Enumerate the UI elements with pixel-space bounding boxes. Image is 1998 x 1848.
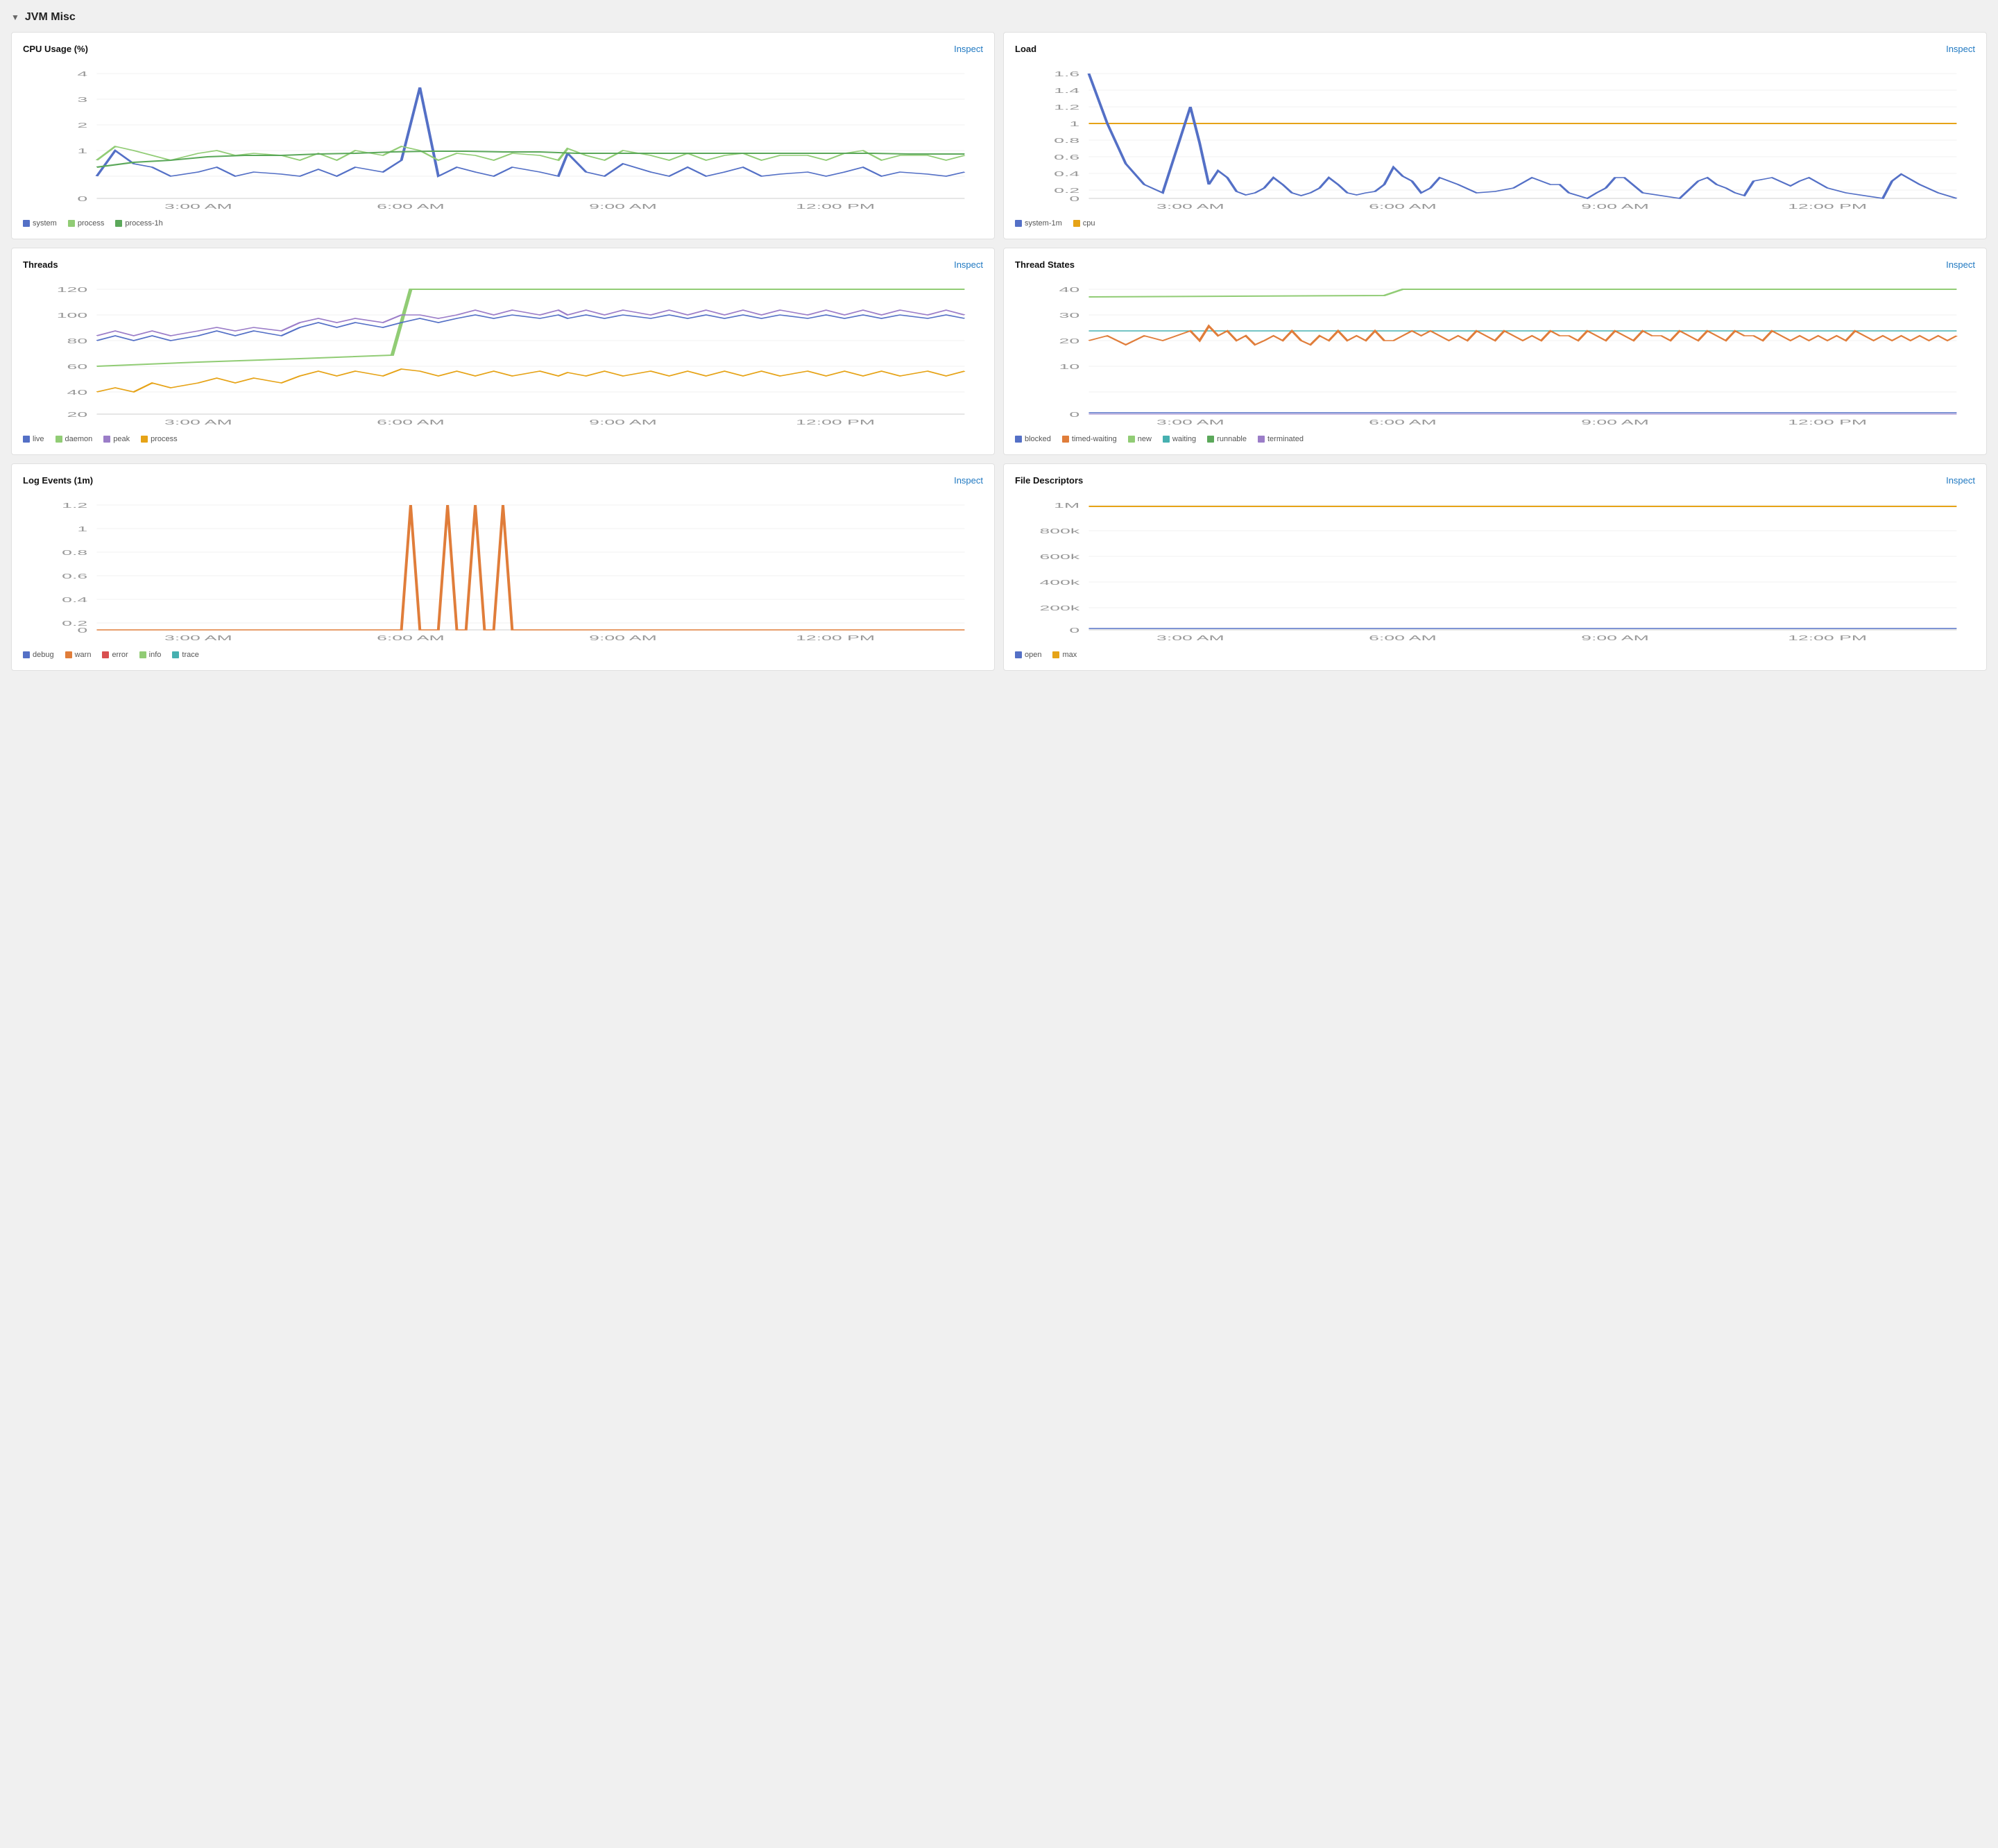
log-events-chart: 1.2 1 0.8 0.6 0.4 0.2 0 3:00 AM 6:00 AM … [23,491,983,644]
svg-text:3:00 AM: 3:00 AM [1156,203,1224,211]
svg-text:3:00 AM: 3:00 AM [1156,635,1224,642]
svg-text:12:00 PM: 12:00 PM [1788,203,1867,211]
load-card: Load Inspect 1.6 1.4 1.2 1 0.8 0.6 0.4 [1003,32,1987,239]
thread-states-title: Thread States [1015,259,1075,270]
load-chart: 1.6 1.4 1.2 1 0.8 0.6 0.4 0.2 0 3:00 AM … [1015,60,1975,212]
svg-text:1.4: 1.4 [1054,87,1079,95]
svg-text:1.2: 1.2 [1054,104,1079,112]
svg-text:3: 3 [77,96,87,104]
svg-text:0: 0 [77,196,87,203]
file-descriptors-card: File Descriptors Inspect 1M 800k 600k 40… [1003,463,1987,671]
svg-text:6:00 AM: 6:00 AM [1369,203,1437,211]
svg-text:6:00 AM: 6:00 AM [377,419,445,427]
svg-text:9:00 AM: 9:00 AM [1581,203,1649,211]
thread-states-inspect[interactable]: Inspect [1946,259,1975,270]
svg-text:9:00 AM: 9:00 AM [589,419,657,427]
svg-text:0.6: 0.6 [1054,154,1079,162]
log-events-inspect[interactable]: Inspect [954,475,983,486]
svg-text:30: 30 [1059,312,1080,320]
thread-states-card: Thread States Inspect 40 30 20 10 0 3:00… [1003,248,1987,455]
threads-inspect[interactable]: Inspect [954,259,983,270]
svg-text:12:00 PM: 12:00 PM [796,203,875,211]
svg-text:120: 120 [57,286,87,294]
svg-text:0.8: 0.8 [62,549,87,557]
cpu-usage-card: CPU Usage (%) Inspect 4 3 2 1 0 3:00 AM [11,32,995,239]
svg-text:0: 0 [77,627,87,635]
chevron-icon[interactable]: ▼ [11,12,19,22]
svg-text:40: 40 [67,389,88,397]
log-events-legend: debug warn error info trace [23,651,983,659]
file-descriptors-inspect[interactable]: Inspect [1946,475,1975,486]
svg-text:10: 10 [1059,363,1080,371]
svg-text:9:00 AM: 9:00 AM [1581,419,1649,427]
svg-text:1.2: 1.2 [62,502,87,510]
cpu-usage-legend: system process process-1h [23,219,983,228]
svg-text:1M: 1M [1054,502,1079,510]
svg-text:9:00 AM: 9:00 AM [589,203,657,211]
file-descriptors-chart: 1M 800k 600k 400k 200k 0 3:00 AM 6:00 AM… [1015,491,1975,644]
svg-text:0: 0 [1069,196,1079,203]
svg-text:2: 2 [77,122,87,130]
svg-text:1.6: 1.6 [1054,71,1079,78]
svg-text:4: 4 [77,71,87,78]
svg-text:12:00 PM: 12:00 PM [1788,419,1867,427]
svg-text:0: 0 [1069,411,1079,419]
cpu-usage-chart: 4 3 2 1 0 3:00 AM 6:00 AM 9:00 AM 12:00 … [23,60,983,212]
svg-text:6:00 AM: 6:00 AM [1369,419,1437,427]
charts-grid: CPU Usage (%) Inspect 4 3 2 1 0 3:00 AM [11,32,1987,671]
svg-text:3:00 AM: 3:00 AM [164,419,232,427]
svg-text:1: 1 [77,526,87,533]
file-descriptors-title: File Descriptors [1015,475,1083,486]
svg-text:200k: 200k [1039,605,1080,613]
svg-text:3:00 AM: 3:00 AM [1156,419,1224,427]
section-title: JVM Misc [25,11,76,24]
thread-states-legend: blocked timed-waiting new waiting runnab… [1015,435,1975,443]
svg-text:3:00 AM: 3:00 AM [164,203,232,211]
threads-chart: 120 100 80 60 40 20 3:00 AM 6:00 AM 9:00… [23,275,983,428]
svg-text:6:00 AM: 6:00 AM [377,203,445,211]
svg-text:12:00 PM: 12:00 PM [796,419,875,427]
svg-text:1: 1 [77,148,87,155]
thread-states-chart: 40 30 20 10 0 3:00 AM 6:00 AM 9:00 AM 12… [1015,275,1975,428]
svg-text:20: 20 [67,411,88,419]
svg-text:60: 60 [67,363,88,371]
svg-text:1: 1 [1069,121,1079,128]
threads-card: Threads Inspect 120 100 80 60 40 20 3:00… [11,248,995,455]
svg-text:800k: 800k [1039,528,1080,536]
svg-text:9:00 AM: 9:00 AM [589,635,657,642]
svg-text:0.2: 0.2 [1054,187,1079,195]
svg-text:6:00 AM: 6:00 AM [377,635,445,642]
svg-text:100: 100 [57,312,87,320]
svg-text:0.4: 0.4 [1054,171,1079,178]
svg-text:0.6: 0.6 [62,573,87,581]
svg-text:600k: 600k [1039,554,1080,561]
svg-text:0.8: 0.8 [1054,137,1079,145]
cpu-usage-inspect[interactable]: Inspect [954,44,983,54]
svg-text:9:00 AM: 9:00 AM [1581,635,1649,642]
svg-text:6:00 AM: 6:00 AM [1369,635,1437,642]
svg-text:40: 40 [1059,286,1080,294]
log-events-title: Log Events (1m) [23,475,93,486]
file-descriptors-legend: open max [1015,651,1975,659]
svg-text:20: 20 [1059,338,1080,345]
load-legend: system-1m cpu [1015,219,1975,228]
svg-text:12:00 PM: 12:00 PM [1788,635,1867,642]
log-events-card: Log Events (1m) Inspect 1.2 1 0.8 0.6 0.… [11,463,995,671]
section-header: ▼ JVM Misc [11,11,1987,24]
load-title: Load [1015,44,1036,54]
threads-title: Threads [23,259,58,270]
svg-text:3:00 AM: 3:00 AM [164,635,232,642]
load-inspect[interactable]: Inspect [1946,44,1975,54]
threads-legend: live daemon peak process [23,435,983,443]
svg-text:80: 80 [67,338,88,345]
svg-text:12:00 PM: 12:00 PM [796,635,875,642]
svg-text:0.4: 0.4 [62,597,87,604]
svg-text:0: 0 [1069,627,1079,635]
svg-text:400k: 400k [1039,579,1080,587]
cpu-usage-title: CPU Usage (%) [23,44,88,54]
